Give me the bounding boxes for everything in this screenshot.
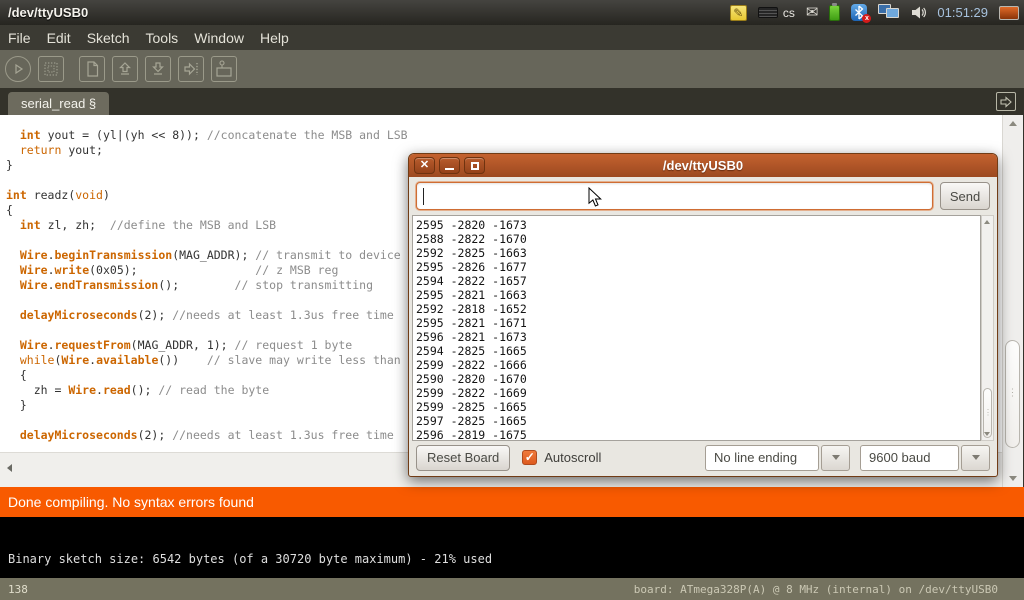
editor-scrollbar-thumb[interactable]	[1005, 340, 1020, 448]
menubar: File Edit Sketch Tools Window Help	[0, 25, 1024, 50]
menu-sketch[interactable]: Sketch	[87, 30, 130, 46]
menu-edit[interactable]: Edit	[47, 30, 71, 46]
serial-line: 2595 -2820 -1673	[416, 218, 980, 232]
baud-rate-select[interactable]: 9600 baud	[860, 445, 990, 471]
cursor-line-number: 138	[0, 583, 28, 596]
scroll-down-icon[interactable]	[984, 432, 990, 436]
serial-line: 2596 -2819 -1675	[416, 428, 980, 441]
check-icon: ✓	[525, 451, 535, 464]
serial-line: 2594 -2825 -1665	[416, 344, 980, 358]
keyboard-layout-label[interactable]: cs	[783, 6, 795, 20]
line-ending-value[interactable]: No line ending	[705, 445, 819, 471]
compile-status-bar: Done compiling. No syntax errors found	[0, 487, 1024, 517]
serial-input[interactable]	[416, 182, 933, 210]
serial-line: 2595 -2821 -1671	[416, 316, 980, 330]
send-button[interactable]: Send	[940, 182, 990, 210]
close-icon[interactable]: ✕	[414, 157, 435, 174]
code-line: int yout = (yl|(yh << 8)); //concatenate…	[6, 128, 1002, 143]
serial-input-row: Send	[416, 182, 990, 210]
autoscroll-label: Autoscroll	[544, 450, 601, 465]
serial-line: 2592 -2818 -1652	[416, 302, 980, 316]
baud-rate-value[interactable]: 9600 baud	[860, 445, 959, 471]
serial-monitor-titlebar[interactable]: ✕ /dev/ttyUSB0	[409, 154, 997, 177]
tab-menu-button[interactable]	[996, 92, 1016, 111]
keyboard-layout-icon[interactable]	[758, 7, 778, 18]
console-output: Binary sketch size: 6542 bytes (of a 307…	[0, 517, 1024, 578]
serial-line: 2597 -2825 -1665	[416, 414, 980, 428]
minimize-icon[interactable]	[439, 157, 460, 174]
serial-line: 2594 -2822 -1657	[416, 274, 980, 288]
console-text: Binary sketch size: 6542 bytes (of a 307…	[8, 552, 492, 566]
scroll-down-icon[interactable]	[1009, 476, 1017, 481]
serial-line: 2592 -2825 -1663	[416, 246, 980, 260]
autoscroll-checkbox[interactable]: ✓	[522, 450, 537, 465]
maximize-icon[interactable]	[464, 157, 485, 174]
serial-line: 2599 -2825 -1665	[416, 400, 980, 414]
top-panel: /dev/ttyUSB0 ✎ cs ✉ x 01:51:29	[0, 0, 1024, 25]
serial-monitor-button[interactable]	[211, 56, 237, 82]
serial-output-wrap: 2595 -2820 -16732588 -2822 -16702592 -28…	[412, 215, 994, 441]
menu-file[interactable]: File	[8, 30, 31, 46]
serial-line: 2588 -2822 -1670	[416, 232, 980, 246]
serial-line: 2595 -2821 -1663	[416, 288, 980, 302]
reset-board-button[interactable]: Reset Board	[416, 445, 510, 471]
stop-button[interactable]	[38, 56, 64, 82]
toolbar	[0, 50, 1024, 88]
line-ending-select[interactable]: No line ending	[705, 445, 850, 471]
serial-controls: Reset Board ✓ Autoscroll No line ending …	[416, 444, 990, 471]
clock[interactable]: 01:51:29	[937, 5, 988, 20]
battery-icon[interactable]	[829, 5, 840, 21]
menu-window[interactable]: Window	[194, 30, 244, 46]
serial-scrollbar-thumb[interactable]	[983, 388, 992, 438]
chevron-down-icon	[972, 455, 980, 460]
session-icon[interactable]	[999, 6, 1019, 20]
network-icon[interactable]	[878, 4, 900, 21]
serial-output[interactable]: 2595 -2820 -16732588 -2822 -16702592 -28…	[412, 215, 981, 441]
serial-line: 2590 -2820 -1670	[416, 372, 980, 386]
screen: /dev/ttyUSB0 ✎ cs ✉ x 01:51:29 File Edit	[0, 0, 1024, 600]
compile-status-text: Done compiling. No syntax errors found	[8, 494, 254, 510]
scroll-up-icon[interactable]	[984, 220, 990, 224]
panel-window-title: /dev/ttyUSB0	[0, 5, 88, 20]
volume-icon[interactable]	[911, 5, 926, 20]
editor-vertical-scrollbar[interactable]	[1002, 115, 1023, 487]
serial-line: 2596 -2821 -1673	[416, 330, 980, 344]
scroll-up-icon[interactable]	[1009, 121, 1017, 126]
system-tray: ✎ cs ✉ x 01:51:29	[730, 0, 1024, 25]
status-footer: 138 board: ATmega328P(A) @ 8 MHz (intern…	[0, 578, 1024, 600]
board-info: board: ATmega328P(A) @ 8 MHz (internal) …	[634, 583, 1024, 596]
tab-serial-read[interactable]: serial_read §	[8, 92, 109, 115]
serial-scrollbar[interactable]	[981, 215, 994, 441]
new-sketch-button[interactable]	[79, 56, 105, 82]
serial-line: 2599 -2822 -1666	[416, 358, 980, 372]
baud-dropdown-button[interactable]	[961, 445, 990, 471]
bluetooth-off-badge: x	[862, 14, 871, 23]
chevron-down-icon	[832, 455, 840, 460]
tabbar: serial_read §	[0, 88, 1024, 115]
open-button[interactable]	[112, 56, 138, 82]
bluetooth-icon[interactable]: x	[851, 4, 867, 21]
tab-label: serial_read §	[21, 96, 96, 111]
serial-line: 2595 -2826 -1677	[416, 260, 980, 274]
serial-monitor-title: /dev/ttyUSB0	[409, 158, 997, 173]
scroll-left-icon[interactable]	[7, 464, 12, 472]
menu-tools[interactable]: Tools	[146, 30, 179, 46]
notes-icon[interactable]: ✎	[730, 5, 747, 21]
serial-line: 2599 -2822 -1669	[416, 386, 980, 400]
mail-icon[interactable]: ✉	[806, 5, 819, 20]
line-ending-dropdown-button[interactable]	[821, 445, 850, 471]
save-button[interactable]	[145, 56, 171, 82]
serial-monitor-window: ✕ /dev/ttyUSB0 Send 2595 -2820 -16732588…	[408, 153, 998, 477]
upload-button[interactable]	[178, 56, 204, 82]
verify-button[interactable]	[5, 56, 31, 82]
menu-help[interactable]: Help	[260, 30, 289, 46]
text-caret	[423, 188, 424, 205]
